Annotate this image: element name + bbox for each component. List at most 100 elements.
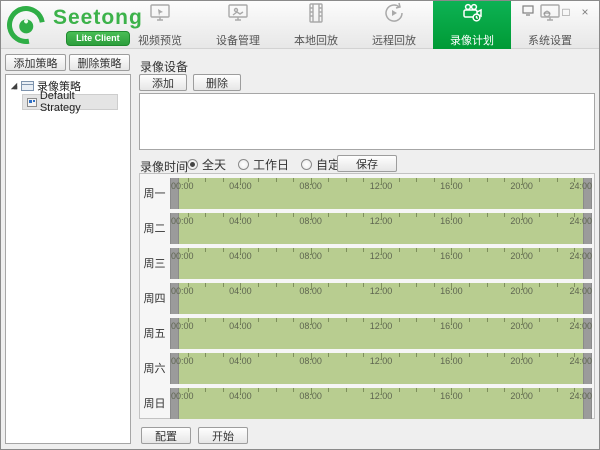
hour-tick (539, 248, 541, 252)
hour-tick (363, 388, 365, 392)
schedule-row: 周二 00:00 04:00 08:00 12:00 16:00 20:00 24:00 (140, 212, 594, 247)
fullscreen-icon[interactable] (522, 3, 534, 21)
tab-video-preview[interactable]: 视频预览 (121, 1, 199, 49)
hour-tick (275, 318, 277, 322)
hour-tick (205, 353, 207, 357)
time-mark: 20:00 (510, 181, 533, 191)
hour-tick (205, 248, 207, 252)
hour-tick (293, 353, 295, 357)
start-button[interactable]: 开始 (198, 427, 248, 444)
hour-tick (504, 178, 506, 182)
time-mark: 04:00 (229, 181, 252, 191)
tree-item-label: Default Strategy (39, 90, 81, 114)
time-mark: 00:00 (171, 356, 194, 366)
hour-tick (275, 283, 277, 287)
hour-tick (398, 248, 400, 252)
device-add-button[interactable]: 添加 (139, 74, 187, 91)
time-mark: 12:00 (369, 286, 393, 296)
schedule-bar[interactable]: 00:00 04:00 08:00 12:00 16:00 20:00 24:00 (170, 353, 592, 384)
maximize-button[interactable]: □ (560, 6, 572, 18)
schedule-bar[interactable]: 00:00 04:00 08:00 12:00 16:00 20:00 24:00 (170, 213, 592, 244)
radio-all-day[interactable]: 全天 (187, 156, 226, 173)
hour-tick (275, 213, 277, 217)
hour-tick (222, 248, 224, 252)
tab-label: 录像计划 (450, 35, 494, 47)
tab-local-playback[interactable]: 本地回放 (277, 1, 355, 49)
tree-item-default-strategy[interactable]: Default Strategy (22, 90, 118, 114)
hour-tick (486, 318, 488, 322)
time-mark: 04:00 (229, 286, 252, 296)
hour-tick (468, 353, 470, 357)
hour-tick (468, 178, 470, 182)
time-mark: 20:00 (510, 286, 533, 296)
add-strategy-button[interactable]: 添加策略 (5, 54, 66, 71)
delete-strategy-button[interactable]: 删除策略 (69, 54, 130, 71)
hour-tick (363, 353, 365, 357)
hour-tick (539, 318, 541, 322)
window-controls: – □ × (522, 3, 591, 21)
day-label: 周六 (143, 363, 166, 375)
tab-label: 设备管理 (216, 35, 260, 47)
hour-tick (504, 388, 506, 392)
time-mark: 20:00 (510, 356, 533, 366)
hour-tick (345, 178, 347, 182)
time-mark: 04:00 (229, 356, 252, 366)
hour-tick (504, 248, 506, 252)
hour-tick (363, 178, 365, 182)
schedule-row: 周一 00:00 04:00 08:00 12:00 16:00 20:00 24:00 (140, 177, 594, 212)
hour-tick (416, 213, 418, 217)
close-button[interactable]: × (579, 6, 591, 18)
time-mark: 20:00 (510, 216, 533, 226)
schedule-bar[interactable]: 00:00 04:00 08:00 12:00 16:00 20:00 24:00 (170, 283, 592, 314)
hour-tick (486, 178, 488, 182)
hour-tick (345, 283, 347, 287)
hour-tick (257, 353, 259, 357)
radio-workday[interactable]: 工作日 (238, 156, 289, 173)
device-delete-button[interactable]: 删除 (193, 74, 241, 91)
time-mark: 08:00 (299, 181, 322, 191)
hour-tick (205, 178, 207, 182)
time-mark: 00:00 (171, 251, 194, 261)
hour-tick (222, 318, 224, 322)
hour-tick (257, 213, 259, 217)
time-mark: 24:00 (569, 286, 592, 296)
hour-tick (345, 353, 347, 357)
hour-tick (328, 353, 330, 357)
schedule-row: 周五 00:00 04:00 08:00 12:00 16:00 20:00 24:00 (140, 317, 594, 352)
minimize-button[interactable]: – (541, 6, 553, 18)
schedule-bar[interactable]: 00:00 04:00 08:00 12:00 16:00 20:00 24:00 (170, 318, 592, 349)
radio-label: 全天 (202, 158, 227, 172)
save-button[interactable]: 保存 (337, 155, 397, 172)
schedule-bar[interactable]: 00:00 04:00 08:00 12:00 16:00 20:00 24:00 (170, 248, 592, 279)
schedule-bar[interactable]: 00:00 04:00 08:00 12:00 16:00 20:00 24:00 (170, 388, 592, 419)
schedule-bar[interactable]: 00:00 04:00 08:00 12:00 16:00 20:00 24:00 (170, 178, 592, 209)
hour-tick (468, 318, 470, 322)
time-mark: 00:00 (171, 216, 194, 226)
hour-tick (539, 353, 541, 357)
time-mark: 08:00 (299, 356, 322, 366)
hour-tick (328, 318, 330, 322)
hour-tick (293, 388, 295, 392)
day-label: 周日 (143, 398, 166, 410)
time-mark: 24:00 (569, 391, 592, 401)
time-mark: 00:00 (171, 286, 194, 296)
device-list[interactable] (139, 93, 595, 150)
time-mark: 12:00 (369, 216, 393, 226)
hour-tick (416, 178, 418, 182)
hour-tick (363, 213, 365, 217)
hour-tick (486, 283, 488, 287)
tab-label: 系统设置 (528, 35, 572, 47)
hour-tick (345, 213, 347, 217)
hour-tick (205, 318, 207, 322)
hour-tick (398, 388, 400, 392)
hour-tick (556, 213, 558, 217)
hour-tick (416, 388, 418, 392)
time-mark: 16:00 (440, 286, 463, 296)
tab-record-plan[interactable]: 录像计划 (433, 1, 511, 49)
hour-tick (293, 318, 295, 322)
tree-expander-icon[interactable] (10, 82, 18, 90)
configure-button[interactable]: 配置 (141, 427, 191, 444)
tab-device-manage[interactable]: 设备管理 (199, 1, 277, 49)
time-mark: 24:00 (569, 181, 592, 191)
tab-remote-playback[interactable]: 远程回放 (355, 1, 433, 49)
